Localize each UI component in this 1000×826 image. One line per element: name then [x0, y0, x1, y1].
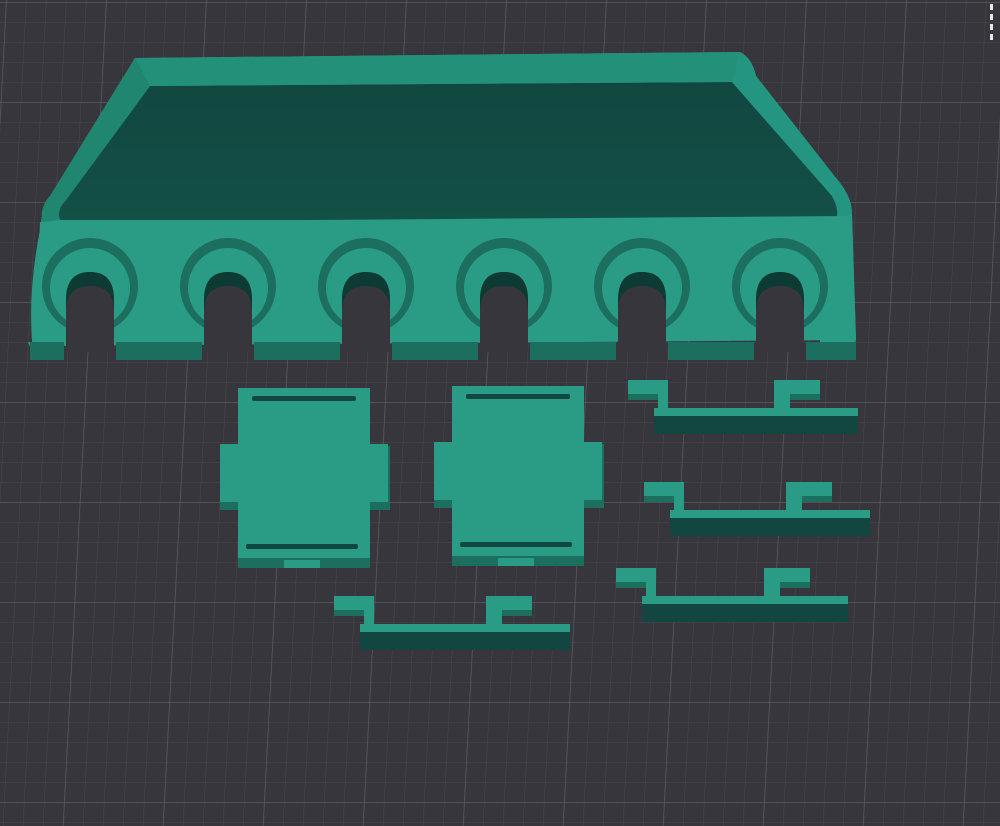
card-tab-right: [368, 444, 388, 502]
bracket-base-top: [670, 510, 870, 518]
cable-holder-part[interactable]: [28, 52, 856, 360]
card-tab-left: [220, 444, 240, 502]
bracket-hook-left-edge: [644, 496, 674, 502]
bracket-hook-right-edge: [802, 496, 832, 502]
bracket-base-top: [654, 408, 858, 416]
card-slot-top: [466, 394, 570, 399]
bracket-base-top: [360, 624, 570, 632]
bracket-hook-left-edge: [628, 394, 658, 400]
tray-bottom-edges: [30, 342, 856, 360]
bracket-hook-right-edge: [790, 394, 820, 400]
bracket-hook-left-edge: [334, 610, 364, 616]
bracket-hook-right-edge: [780, 582, 810, 588]
tray-front-edge: [116, 342, 202, 360]
tray-front-edge: [806, 342, 856, 360]
card-part: [220, 388, 390, 568]
bracket-hook-left-edge: [616, 582, 646, 588]
card-tab-left: [434, 442, 454, 500]
card-slot-bottom: [460, 542, 572, 547]
card-tab-right: [582, 442, 602, 500]
tray-inner-floor: [58, 82, 838, 220]
tray-front-edge: [392, 342, 478, 360]
card-slot-bottom: [246, 544, 358, 549]
card-face: [238, 388, 370, 558]
bracket-hook-right-edge: [502, 610, 532, 616]
card-nub: [284, 560, 320, 568]
card-nub: [498, 558, 534, 566]
3d-viewport[interactable]: [0, 0, 1000, 826]
card-slot-top: [252, 396, 356, 401]
build-plate-scene[interactable]: [0, 0, 1000, 826]
tray-back-wall: [135, 52, 742, 86]
card-face: [452, 386, 584, 556]
tray-front-edge: [668, 342, 754, 360]
card-part: [434, 386, 604, 566]
bracket-base-top: [642, 596, 848, 604]
tray-front-edge: [530, 342, 616, 360]
tray-front-edge: [254, 342, 340, 360]
tray-front-edge: [30, 342, 64, 360]
